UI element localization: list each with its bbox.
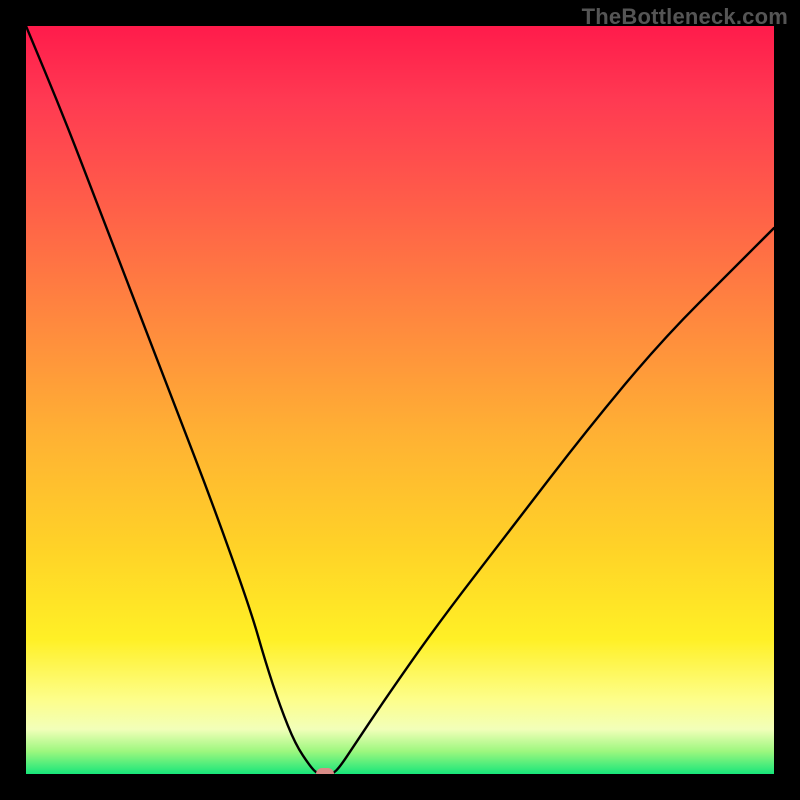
minimum-marker (316, 768, 334, 774)
chart-frame: TheBottleneck.com (0, 0, 800, 800)
bottleneck-curve (26, 26, 774, 774)
plot-area (26, 26, 774, 774)
curve-svg (26, 26, 774, 774)
